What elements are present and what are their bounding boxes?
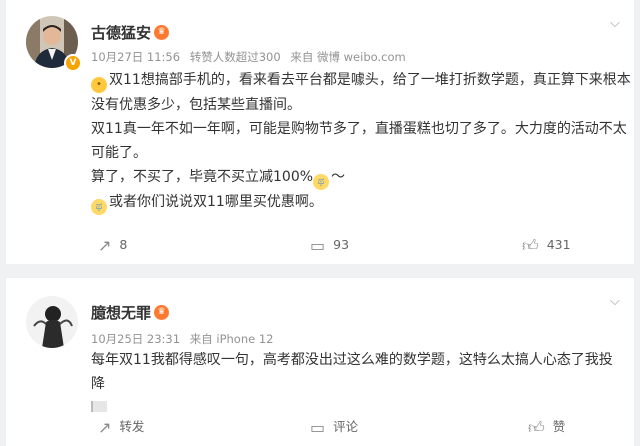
share-icon: ↗ [98,236,112,255]
chevron-down-icon[interactable]: ⌵ [610,16,620,31]
verified-icon: V [64,54,82,72]
comment-button[interactable]: ▭ 93 [310,236,349,255]
chevron-down-icon[interactable]: ⌵ [610,294,620,309]
crying-emoji-icon: ಥ [91,199,107,215]
reposts-info: 转赞人数超过300 [189,50,281,64]
post-time[interactable]: 10月27日 11:56 [91,50,180,64]
author-name[interactable]: 臆想无罪 [91,302,151,323]
paragraph: 双11真一年不如一年啊，可能是购物节多了，直播蛋糕也切了多了。大力度的活动不太可… [91,121,627,161]
avatar[interactable] [26,296,78,348]
paragraph: • 双11想搞部手机的，看来看去平台都是噱头，给了一堆打折数学题，真正算下来根本没… [91,72,631,113]
post-card: V 古德猛安 ♛ 10月27日 11:56 转赞人数超过300 来自 微博 we… [6,0,634,264]
share-icon: ↗ [98,418,112,437]
post-text: 每年双11我都得感叹一句，高考都没出过这么难的数学题，这特么太搞人心态了我投降 [91,348,626,420]
like-button[interactable]: 👍︎ 431 [522,236,571,256]
paragraph: 每年双11我都得感叹一句，高考都没出过这么难的数学题，这特么太搞人心态了我投降 [91,352,613,392]
paragraph: ಥ 或者你们说说双11哪里买优惠啊。 [91,190,631,215]
doge-emoji-icon: • [91,77,107,93]
post-meta: 10月27日 11:56 转赞人数超过300 来自 微博 weibo.com [91,49,412,65]
like-label: 赞 [552,419,566,434]
like-button[interactable]: 👍︎ 赞 [528,416,565,438]
thumbs-up-icon: 👍︎ [522,236,539,255]
paragraph: 算了，不买了，毕竟不买立减100% ಥ ～ [91,165,631,190]
repost-button[interactable]: ↗ 转发 [98,416,144,437]
author-name[interactable]: 古德猛安 [91,22,151,43]
repost-button[interactable]: ↗ 8 [98,236,127,255]
repost-label: 转发 [119,419,145,434]
gold-vip-icon: ♛ [154,305,169,320]
thumbs-up-icon: 👍︎ [528,418,545,437]
comment-button[interactable]: ▭ 评论 [310,416,358,437]
post-text: • 双11想搞部手机的，看来看去平台都是噱头，给了一堆打折数学题，真正算下来根本没… [91,68,631,215]
post-time[interactable]: 10月25日 23:31 [91,332,180,346]
gold-vip-icon: ♛ [154,25,169,40]
comment-label: 评论 [333,419,359,434]
repost-count: 8 [119,237,128,252]
post-source: 来自 iPhone 12 [189,332,274,346]
white-flag-icon [91,401,107,412]
post-meta: 10月25日 23:31 来自 iPhone 12 [91,331,280,347]
post-card: 臆想无罪 ♛ 10月25日 23:31 来自 iPhone 12 ⌵ 每年双11… [6,278,634,446]
comment-icon: ▭ [310,418,326,437]
crying-emoji-icon: ಥ [313,174,330,190]
like-count: 431 [546,237,571,252]
post-source: 来自 微博 weibo.com [290,50,406,64]
comment-icon: ▭ [310,236,326,255]
comment-count: 93 [333,237,350,252]
